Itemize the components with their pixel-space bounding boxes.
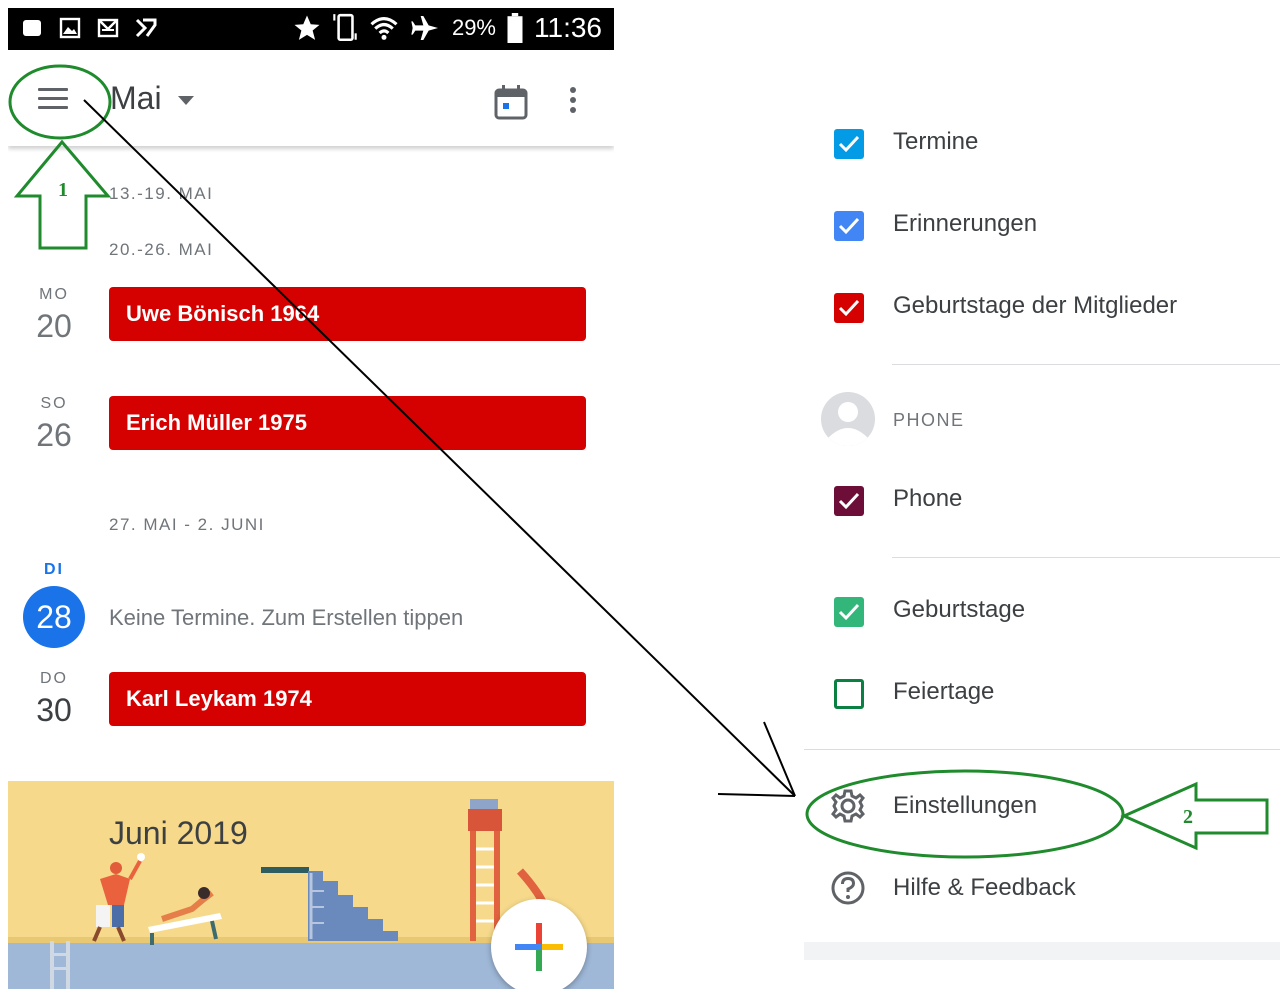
battery-icon xyxy=(507,13,523,43)
status-bar: 29% 11:36 xyxy=(8,8,614,50)
empty-day-prompt[interactable]: Keine Termine. Zum Erstellen tippen xyxy=(109,605,463,631)
help-menu-item[interactable]: Hilfe & Feedback xyxy=(804,858,1280,918)
banner-month-title: Juni 2019 xyxy=(109,815,248,851)
checkbox-checked[interactable] xyxy=(834,129,864,159)
calendar-toggle-erinnerungen[interactable]: Erinnerungen xyxy=(804,196,1280,256)
today-date-badge[interactable]: 28 xyxy=(23,586,85,648)
calendar-today-icon[interactable] xyxy=(494,84,528,120)
checkbox-checked[interactable] xyxy=(834,211,864,241)
calendar-phone-screen: 29% 11:36 Mai 13.-19. MAI 20.-26. MAI MO… xyxy=(8,8,614,989)
calendar-toggle-feiertage[interactable]: Feiertage xyxy=(804,664,1280,724)
menu-icon[interactable] xyxy=(36,84,72,114)
wifi-icon xyxy=(370,17,398,40)
week-header: 27. MAI - 2. JUNI xyxy=(109,515,265,534)
checkbox-checked[interactable] xyxy=(834,597,864,627)
day-number: 30 xyxy=(36,692,72,728)
divider xyxy=(804,749,1280,750)
navigation-drawer: Termine Erinnerungen Geburtstage der Mit… xyxy=(804,100,1280,960)
week-header: 13.-19. MAI xyxy=(109,184,214,203)
divider xyxy=(892,364,1280,365)
event-chip[interactable]: Uwe Bönisch 1964 xyxy=(109,287,586,341)
create-event-button[interactable] xyxy=(491,899,587,989)
checkbox-checked[interactable] xyxy=(834,293,864,323)
notification-icon xyxy=(23,20,41,36)
event-chip[interactable]: Erich Müller 1975 xyxy=(109,396,586,450)
calendar-label: Phone xyxy=(893,485,963,512)
caret-down-icon[interactable] xyxy=(178,96,194,105)
day-name: DO xyxy=(40,670,68,687)
account-avatar-icon xyxy=(821,392,875,446)
day-name: SO xyxy=(40,395,68,412)
day-name: DI xyxy=(44,561,64,578)
event-chip[interactable]: Karl Leykam 1974 xyxy=(109,672,586,726)
day-number: 20 xyxy=(36,308,72,344)
arrow-head xyxy=(717,721,796,797)
image-icon xyxy=(59,17,81,39)
divider xyxy=(892,557,1280,558)
day-name: MO xyxy=(39,286,69,303)
calendar-toggle-termine[interactable]: Termine xyxy=(804,114,1280,174)
checkbox-checked[interactable] xyxy=(834,486,864,516)
clock: 11:36 xyxy=(534,12,602,43)
calendar-label: Geburtstage der Mitglieder xyxy=(893,292,1178,319)
calendar-toggle-phone[interactable]: Phone xyxy=(804,471,1280,531)
month-selector[interactable]: Mai xyxy=(110,80,162,117)
checkbox-unchecked[interactable] xyxy=(834,679,864,709)
calendar-toggle-geburtstage-mitglieder[interactable]: Geburtstage der Mitglieder xyxy=(804,278,1280,338)
settings-menu-item[interactable]: Einstellungen xyxy=(804,776,1280,836)
mail-icon xyxy=(97,18,119,38)
vibrate-icon xyxy=(333,13,357,42)
more-vert-icon[interactable] xyxy=(564,84,582,120)
drawer-bottom-edge xyxy=(804,942,1280,960)
calendar-label: Erinnerungen xyxy=(893,210,1038,237)
calendar-label: Termine xyxy=(893,128,979,155)
account-header: PHONE xyxy=(893,410,965,430)
star-icon xyxy=(294,15,320,40)
day-number: 26 xyxy=(36,417,72,453)
gear-icon xyxy=(831,789,865,823)
app-bar: Mai xyxy=(8,50,614,146)
airplane-icon xyxy=(411,16,438,40)
help-label: Hilfe & Feedback xyxy=(893,874,1076,901)
calendar-toggle-geburtstage[interactable]: Geburtstage xyxy=(804,582,1280,642)
settings-label: Einstellungen xyxy=(893,792,1038,819)
battery-percent: 29% xyxy=(451,15,496,40)
calendar-label: Feiertage xyxy=(893,678,995,705)
help-icon xyxy=(831,871,865,905)
week-header: 20.-26. MAI xyxy=(109,240,214,259)
check-icon xyxy=(135,18,157,38)
calendar-label: Geburtstage xyxy=(893,596,1026,623)
plus-icon xyxy=(515,923,563,971)
